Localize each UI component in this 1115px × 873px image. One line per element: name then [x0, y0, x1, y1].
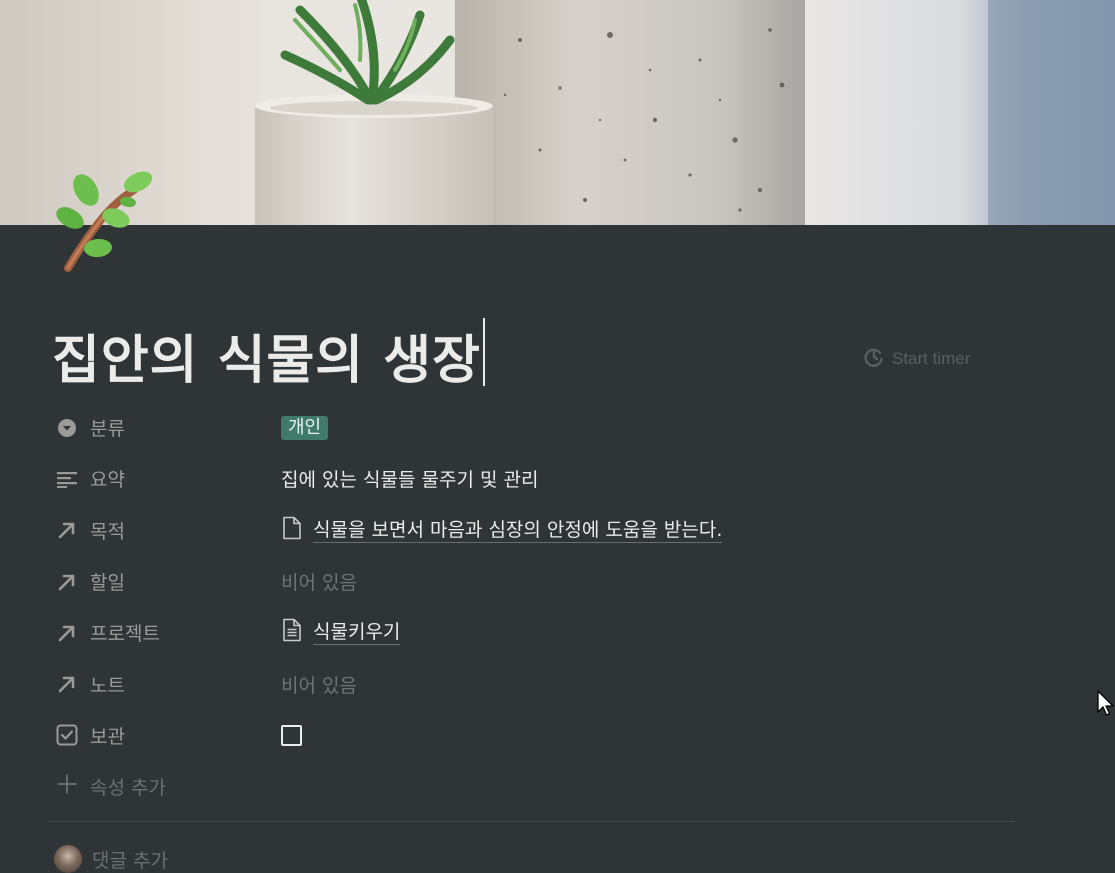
property-label: 분류: [90, 418, 125, 441]
property-row-project: 프로젝트 식물키우기: [52, 607, 1012, 658]
property-value-project[interactable]: 식물키우기: [281, 616, 1012, 650]
relation-arrow-icon: [56, 622, 78, 644]
checkbox-icon: [56, 724, 78, 746]
property-value-todo[interactable]: 비어 있음: [281, 565, 1012, 599]
property-row-add: 속성 추가: [52, 761, 1012, 812]
property-label: 프로젝트: [90, 623, 160, 646]
property-value-category[interactable]: 개인: [281, 411, 1012, 445]
page-title[interactable]: 집안의 식물의 생장: [52, 318, 485, 401]
property-value-notes[interactable]: 비어 있음: [281, 667, 1012, 701]
timer-icon: [864, 347, 884, 372]
property-row-summary: 요약 집에 있는 식물들 물주기 및 관리: [52, 453, 1012, 504]
property-name-summary[interactable]: 요약: [52, 462, 281, 496]
start-timer-label: Start timer: [892, 349, 971, 368]
blank-page-icon: [281, 516, 303, 545]
property-value-archive: [281, 718, 1012, 752]
property-label: 요약: [90, 469, 125, 492]
relation-title: 식물키우기: [313, 621, 401, 646]
herb-branch-icon[interactable]: [56, 168, 160, 276]
property-name-archive[interactable]: 보관: [52, 718, 281, 752]
text-caret: [482, 318, 485, 386]
property-name-purpose[interactable]: 목적: [52, 513, 281, 547]
property-name-notes[interactable]: 노트: [52, 667, 281, 701]
avatar: [54, 845, 82, 873]
plus-icon: [56, 773, 78, 800]
properties-list: 분류 개인 요약 집에 있는 식물들 물주기 및 관리 목적 식물을 보면서 마…: [52, 402, 1012, 812]
empty-placeholder: 비어 있음: [281, 674, 357, 697]
add-property-label: 속성 추가: [90, 777, 166, 800]
summary-text: 집에 있는 식물들 물주기 및 관리: [281, 469, 539, 492]
property-label: 목적: [90, 520, 125, 543]
relation-title: 식물을 보면서 마음과 심장의 안정에 도움을 받는다.: [313, 518, 723, 543]
text-lines-icon: [56, 468, 78, 490]
relation-link[interactable]: 식물을 보면서 마음과 심장의 안정에 도움을 받는다.: [281, 516, 723, 545]
property-label: 할일: [90, 572, 125, 595]
select-tag: 개인: [281, 415, 329, 440]
notion-page: 집안의 식물의 생장 Start timer 분류 개인 요약 집에 있는 식물…: [0, 0, 1115, 873]
property-row-purpose: 목적 식물을 보면서 마음과 심장의 안정에 도움을 받는다.: [52, 505, 1012, 556]
text-page-icon: [281, 618, 303, 647]
add-property-button[interactable]: 속성 추가: [52, 770, 212, 804]
start-timer-button[interactable]: Start timer: [864, 346, 970, 372]
property-row-category: 분류 개인: [52, 402, 1012, 453]
divider: [48, 821, 1015, 822]
property-label: 노트: [90, 674, 125, 697]
relation-link[interactable]: 식물키우기: [281, 618, 401, 647]
relation-arrow-icon: [56, 519, 78, 541]
relation-arrow-icon: [56, 571, 78, 593]
property-value-summary[interactable]: 집에 있는 식물들 물주기 및 관리: [281, 462, 1012, 496]
archive-checkbox[interactable]: [281, 724, 302, 746]
mouse-pointer-icon: [1097, 690, 1115, 718]
property-label: 보관: [90, 725, 125, 748]
property-row-archive: 보관: [52, 710, 1012, 761]
page-title-text[interactable]: 집안의 식물의 생장: [52, 331, 481, 391]
add-comment-field[interactable]: 댓글 추가: [54, 845, 168, 873]
property-row-todo: 할일 비어 있음: [52, 556, 1012, 607]
property-row-notes: 노트 비어 있음: [52, 658, 1012, 709]
relation-arrow-icon: [56, 673, 78, 695]
property-name-project[interactable]: 프로젝트: [52, 616, 281, 650]
cover-image[interactable]: [0, 0, 1115, 225]
property-name-todo[interactable]: 할일: [52, 565, 281, 599]
property-value-purpose[interactable]: 식물을 보면서 마음과 심장의 안정에 도움을 받는다.: [281, 513, 1012, 547]
select-icon: [56, 417, 78, 439]
empty-placeholder: 비어 있음: [281, 572, 357, 595]
property-name-category[interactable]: 분류: [52, 411, 281, 445]
comment-placeholder: 댓글 추가: [92, 849, 168, 872]
